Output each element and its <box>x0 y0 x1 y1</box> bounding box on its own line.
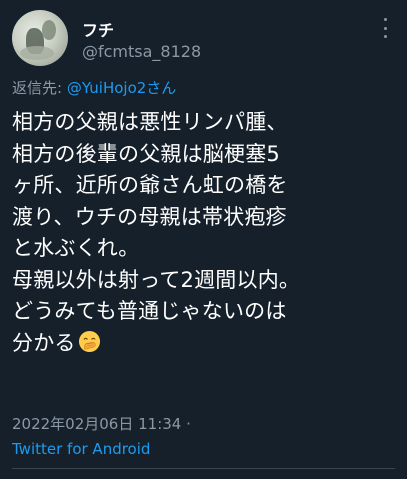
display-name[interactable]: フチ <box>82 17 114 41</box>
tweet-text: 相方の父親は悪性リンパ腫、 相方の後輩の父親は脳梗塞5 ヶ所、近所の爺さん虹の橋… <box>12 107 402 359</box>
tweet-card: フチ @fcmtsa_8128 返信先: @YuiHojo2さん 相方の父親は悪… <box>0 0 407 479</box>
hand-over-mouth-emoji-icon <box>78 330 100 352</box>
tweet-text-line-last: 分かる <box>12 328 402 360</box>
tweet-text-line-content: 分かる <box>12 330 76 355</box>
tweet-text-line: 相方の父親は悪性リンパ腫、 <box>12 110 288 134</box>
tweet-header: フチ @fcmtsa_8128 <box>12 10 395 66</box>
tweet-text-line: 渡り、ウチの母親は帯状疱疹 <box>12 204 287 229</box>
tweet-text-line: と水ぶくれ。 <box>12 236 140 260</box>
tweet-source-link[interactable]: Twitter for Android <box>12 440 150 458</box>
tweet-text-line: 相方の後輩の父親は脳梗塞5 <box>12 141 280 166</box>
more-options-icon[interactable] <box>377 18 393 38</box>
reply-to: 返信先: @YuiHojo2さん <box>12 77 176 98</box>
divider <box>12 468 395 469</box>
reply-mention-link[interactable]: @YuiHojo2さん <box>67 79 176 97</box>
tweet-text-line: 母親以外は射って2週間以内。 <box>12 267 301 292</box>
tweet-text-line: どうみても普通じゃないのは <box>12 299 287 323</box>
tweet-text-line: ヶ所、近所の爺さん虹の橋を <box>12 173 288 197</box>
tweet-timestamp[interactable]: 2022年02月06日 11:34 · <box>12 413 191 434</box>
user-handle[interactable]: @fcmtsa_8128 <box>82 42 201 61</box>
reply-prefix: 返信先: <box>12 79 67 97</box>
avatar[interactable] <box>12 10 68 66</box>
